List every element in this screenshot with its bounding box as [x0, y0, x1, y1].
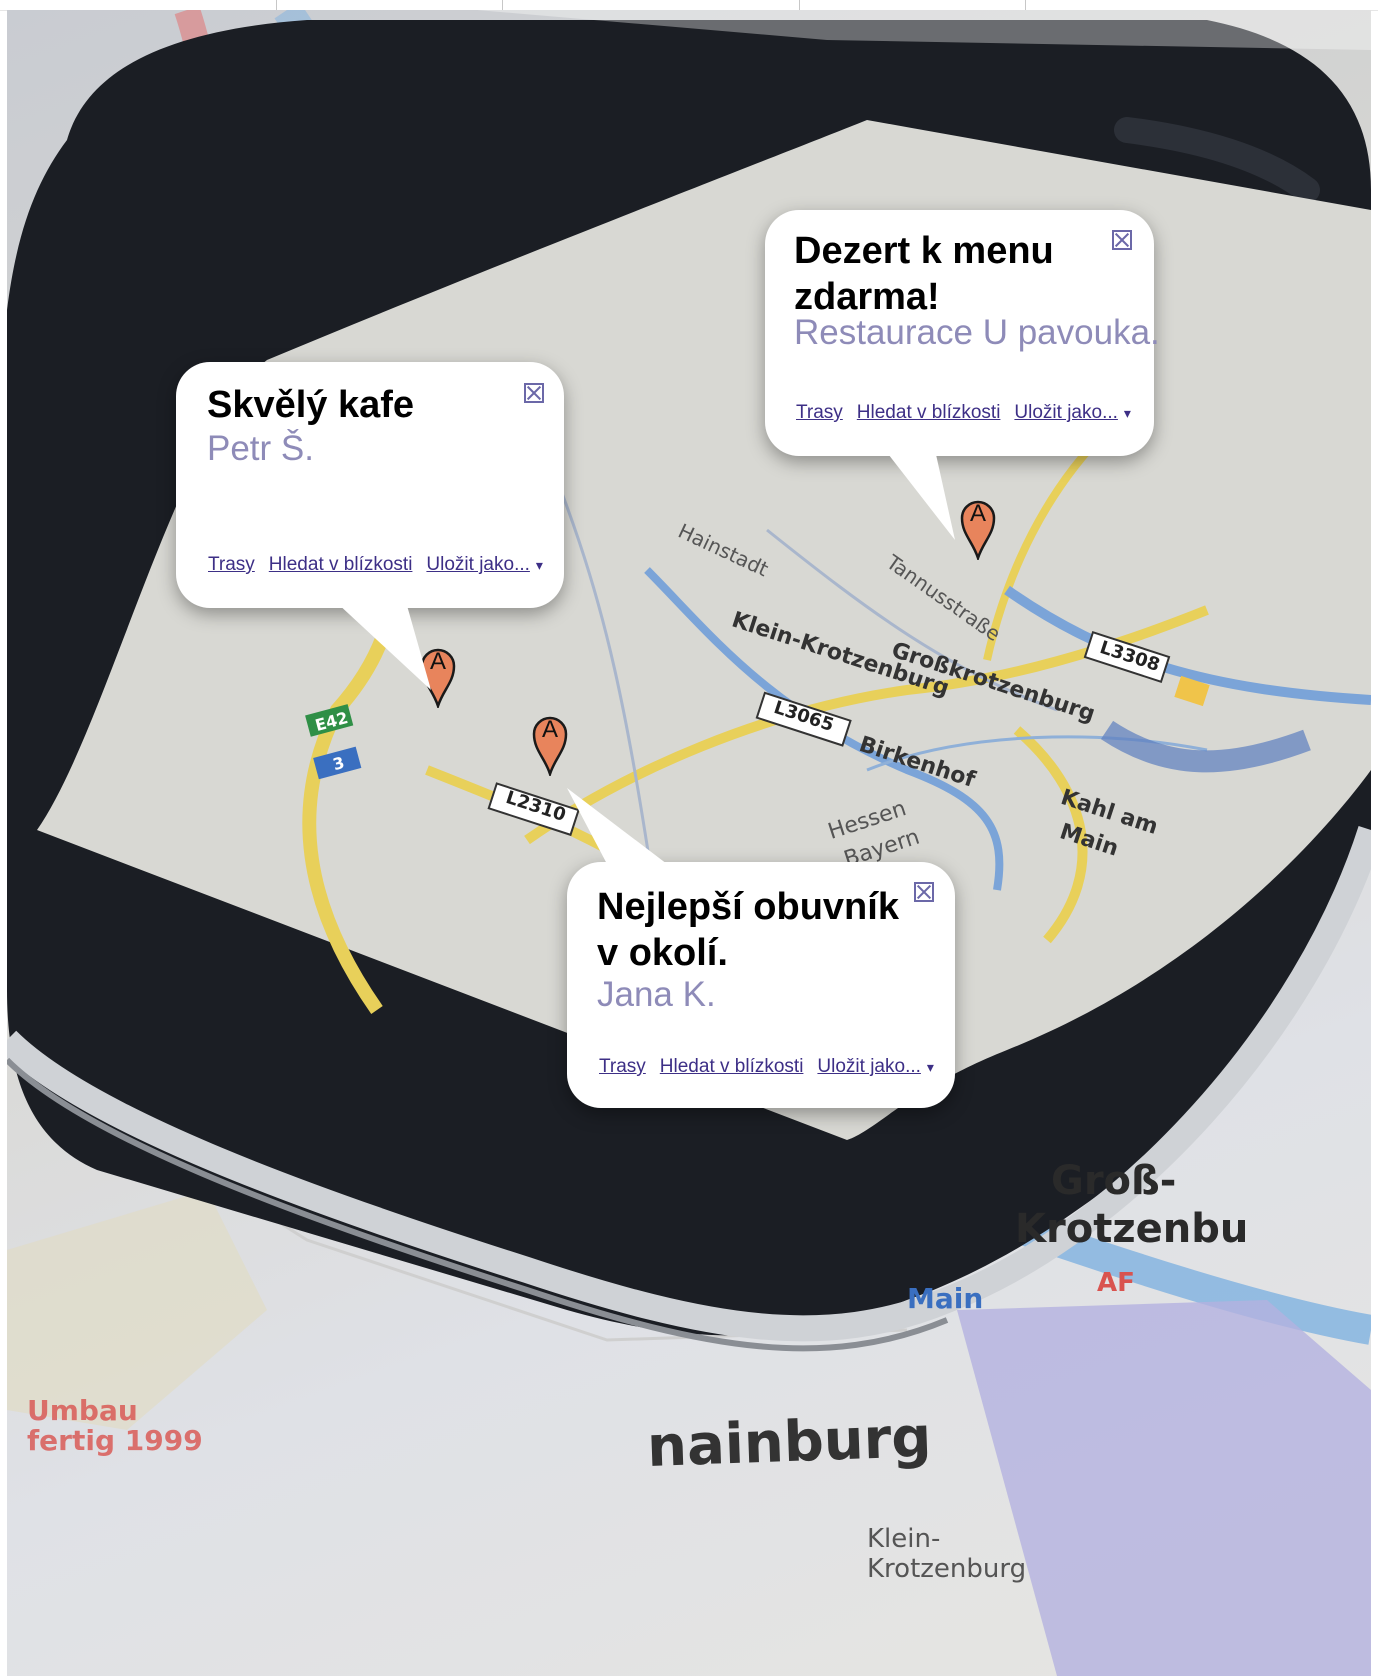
map-label: Krotzenburg — [867, 1554, 1027, 1584]
map-label: Main — [907, 1282, 984, 1315]
bubble-title: Dezert k menu zdarma! — [794, 230, 1054, 318]
map-label: Umbau — [27, 1394, 138, 1427]
bubble-author: Jana K. — [597, 975, 716, 1014]
chevron-down-icon[interactable]: ▾ — [536, 557, 543, 573]
info-bubble-restaurant: Dezert k menu zdarma! Restaurace U pavou… — [765, 210, 1160, 540]
search-nearby-link[interactable]: Hledat v blízkosti — [660, 1056, 804, 1077]
close-icon[interactable] — [524, 383, 544, 403]
close-icon[interactable] — [1112, 230, 1132, 250]
map-label: fertig 1999 — [27, 1424, 203, 1457]
info-bubble-shoemaker: Nejlepší obuvník v okolí. Jana K. Trasy H… — [567, 788, 955, 1108]
smartphone-map-photo: Groß- Krotzenbu nainburg Main AF Umbau f… — [7, 10, 1371, 1676]
map-label: Groß- — [1051, 1158, 1177, 1204]
chevron-down-icon[interactable]: ▾ — [1124, 405, 1131, 421]
directions-link[interactable]: Trasy — [599, 1056, 646, 1077]
bubble-title: Nejlepší obuvník v okolí. — [597, 886, 899, 974]
info-bubble-coffee: Skvělý kafe Petr Š. Trasy Hledat v blízko… — [176, 362, 564, 690]
crop-tick — [799, 0, 800, 10]
map-label: AF — [1097, 1268, 1135, 1298]
marker-label: A — [541, 716, 558, 743]
bubble-author: Restaurace U pavouka. — [794, 313, 1160, 352]
bubble-actions: Trasy Hledat v blízkosti Uložit jako... ▾ — [599, 1056, 934, 1078]
search-nearby-link[interactable]: Hledat v blízkosti — [857, 402, 1001, 423]
bubble-tail — [567, 788, 667, 864]
close-icon[interactable] — [914, 882, 934, 902]
map-label: Klein- — [867, 1524, 941, 1554]
map-label: Krotzenbu — [1015, 1206, 1249, 1252]
search-nearby-link[interactable]: Hledat v blízkosti — [269, 554, 413, 575]
crop-tick — [1025, 0, 1026, 10]
bubble-title: Skvělý kafe — [207, 384, 415, 426]
save-as-link[interactable]: Uložit jako... — [1014, 402, 1117, 423]
crop-tick — [276, 0, 277, 10]
directions-link[interactable]: Trasy — [208, 554, 255, 575]
bubble-actions: Trasy Hledat v blízkosti Uložit jako... ▾ — [796, 402, 1131, 424]
directions-link[interactable]: Trasy — [796, 402, 843, 423]
bubble-tail — [336, 602, 431, 690]
crop-tick — [502, 0, 503, 10]
map-label: nainburg — [645, 1405, 933, 1480]
save-as-link[interactable]: Uložit jako... — [426, 554, 529, 575]
map-marker-icon[interactable]: A — [531, 714, 569, 779]
bubble-tail — [885, 450, 955, 540]
save-as-link[interactable]: Uložit jako... — [817, 1056, 920, 1077]
bubble-actions: Trasy Hledat v blízkosti Uložit jako... ▾ — [208, 554, 543, 576]
chevron-down-icon[interactable]: ▾ — [927, 1059, 934, 1075]
bubble-author: Petr Š. — [207, 429, 314, 468]
